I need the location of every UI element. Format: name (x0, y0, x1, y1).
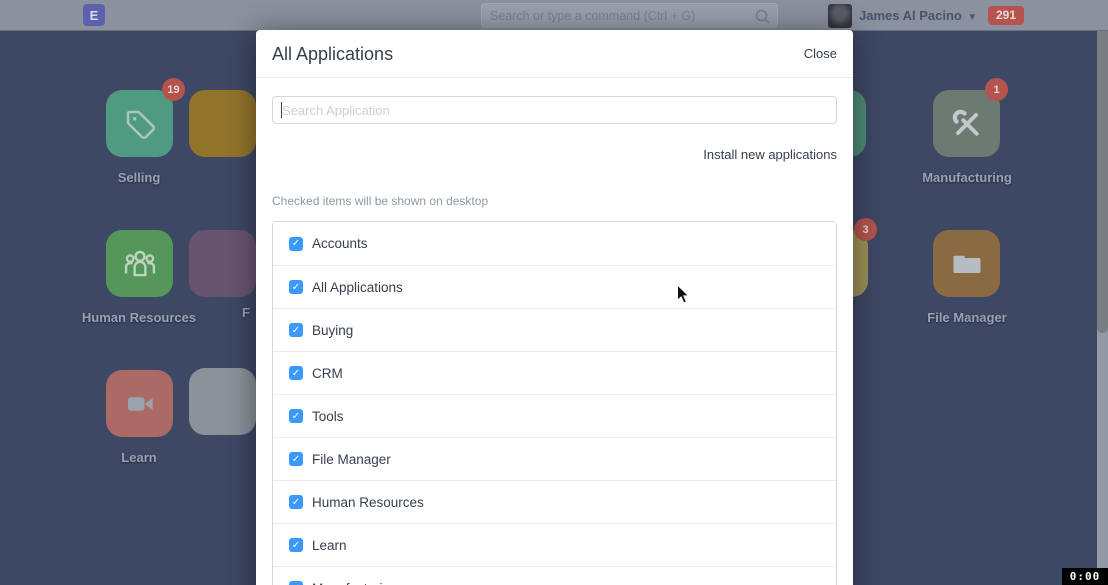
checkbox-checked-icon[interactable]: ✓ (289, 409, 303, 423)
checkbox-checked-icon[interactable]: ✓ (289, 452, 303, 466)
global-search (481, 3, 778, 28)
application-label: Manufacturing (312, 581, 398, 585)
search-icon (754, 8, 771, 25)
video-camera-icon (122, 386, 158, 422)
chevron-down-icon: ▾ (969, 11, 975, 23)
application-row-learn[interactable]: ✓ Learn (273, 523, 836, 566)
recording-timer: 0:00 (1062, 568, 1108, 585)
checkbox-checked-icon[interactable]: ✓ (289, 323, 303, 337)
application-list: ✓ Accounts ✓ All Applications ✓ Buying ✓… (272, 221, 837, 585)
checkbox-checked-icon[interactable]: ✓ (289, 495, 303, 509)
desktop-icon-label: File Manager (877, 310, 1057, 325)
desktop-icon-partial-left-1[interactable] (189, 90, 256, 157)
application-row-buying[interactable]: ✓ Buying (273, 308, 836, 351)
desktop-icon-file-manager[interactable] (933, 230, 1000, 297)
application-row-manufacturing[interactable]: ✓ Manufacturing (273, 566, 836, 585)
close-button[interactable]: Close (804, 30, 837, 78)
application-label: All Applications (312, 280, 403, 295)
desktop-icon-label: Manufacturing (877, 170, 1057, 185)
application-row-human-resources[interactable]: ✓ Human Resources (273, 480, 836, 523)
checkbox-checked-icon[interactable]: ✓ (289, 581, 303, 585)
application-label: Buying (312, 323, 353, 338)
partial-icon-count-badge: 3 (854, 218, 877, 241)
app-logo[interactable]: E (83, 4, 105, 26)
application-row-all-applications[interactable]: ✓ All Applications (273, 265, 836, 308)
application-row-crm[interactable]: ✓ CRM (273, 351, 836, 394)
desktop-icon-manufacturing[interactable] (933, 90, 1000, 157)
desktop-icon-human-resources[interactable] (106, 230, 173, 297)
manufacturing-count-badge: 1 (985, 78, 1008, 101)
text-caret (281, 102, 282, 118)
all-applications-modal: All Applications Close Install new appli… (256, 30, 853, 585)
tag-icon (122, 106, 158, 142)
checkbox-checked-icon[interactable]: ✓ (289, 237, 303, 251)
desktop-icon-label: Selling (49, 170, 229, 185)
application-label: Tools (312, 409, 344, 424)
desktop-icon-selling[interactable] (106, 90, 173, 157)
modal-header: All Applications Close (256, 30, 853, 78)
checkbox-checked-icon[interactable]: ✓ (289, 366, 303, 380)
application-label: Learn (312, 538, 347, 553)
navbar: E James Al Pacino ▾ 291 (0, 0, 1108, 31)
notification-badge[interactable]: 291 (988, 6, 1024, 25)
selling-count-badge: 19 (162, 78, 185, 101)
user-avatar[interactable] (828, 4, 852, 28)
application-label: Accounts (312, 236, 368, 251)
checkbox-checked-icon[interactable]: ✓ (289, 538, 303, 552)
application-label: CRM (312, 366, 343, 381)
user-menu[interactable]: James Al Pacino ▾ (859, 0, 975, 31)
global-search-input[interactable] (482, 4, 777, 27)
page-scrollbar-thumb[interactable] (1097, 31, 1108, 333)
people-icon (121, 245, 159, 283)
application-row-tools[interactable]: ✓ Tools (273, 394, 836, 437)
modal-body: Install new applications Checked items w… (256, 78, 853, 585)
application-search-input[interactable] (272, 96, 837, 124)
desktop-icon-label: Learn (49, 450, 229, 465)
page-scrollbar-track[interactable] (1097, 31, 1108, 585)
folder-icon (949, 246, 985, 282)
checked-items-hint: Checked items will be shown on desktop (272, 194, 837, 208)
install-new-applications-link[interactable]: Install new applications (272, 147, 837, 162)
desk-screen: E James Al Pacino ▾ 291 19 Selling (0, 0, 1108, 585)
user-name: James Al Pacino (859, 8, 962, 23)
desktop-icon-learn[interactable] (106, 370, 173, 437)
modal-title: All Applications (272, 30, 393, 78)
application-label: File Manager (312, 452, 391, 467)
desktop-icon-partial-left-2[interactable] (189, 230, 256, 297)
desktop-icon-partial-left-3[interactable] (189, 368, 256, 435)
application-row-accounts[interactable]: ✓ Accounts (273, 222, 836, 265)
checkbox-checked-icon[interactable]: ✓ (289, 280, 303, 294)
application-label: Human Resources (312, 495, 424, 510)
tools-icon (949, 106, 985, 142)
application-row-file-manager[interactable]: ✓ File Manager (273, 437, 836, 480)
